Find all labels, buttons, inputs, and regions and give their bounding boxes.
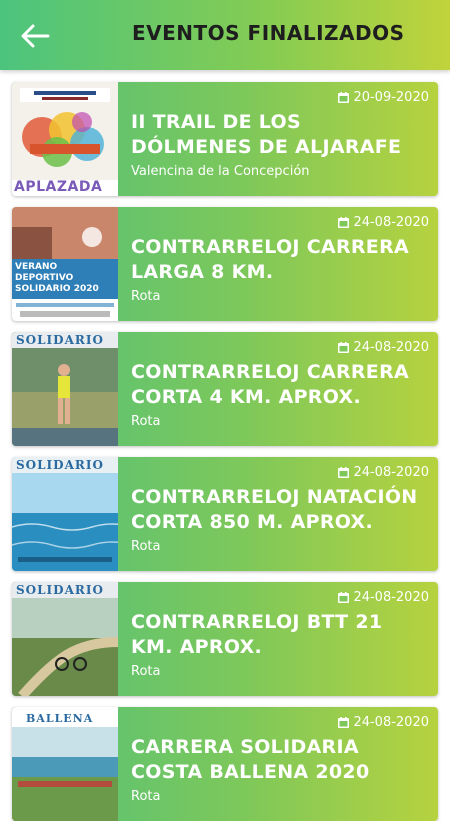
event-card[interactable]: SOLIDARIO 24-08-2020 CONTRARRELOJ NATACI…: [12, 457, 438, 571]
app-bar: EVENTOS FINALIZADOS: [0, 0, 450, 70]
event-card[interactable]: APLAZADA 20-09-2020 II TRAIL DE LOS DÓLM…: [12, 82, 438, 196]
event-date: 24-08-2020: [338, 715, 429, 730]
event-poster: VERANO DEPORTIVO SOLIDARIO 2020: [12, 207, 118, 321]
event-card[interactable]: SOLIDARIO 24-08-2020 CONTRARRELOJ CARRER…: [12, 332, 438, 446]
poster-caption: VERANO DEPORTIVO SOLIDARIO 2020: [15, 262, 99, 294]
event-title: CONTRARRELOJ NATACIÓN CORTA 850 M. APROX…: [131, 486, 418, 533]
event-location: Rota: [131, 664, 161, 679]
event-location: Rota: [131, 789, 161, 804]
event-date-text: 24-08-2020: [353, 465, 429, 480]
event-date-text: 24-08-2020: [353, 590, 429, 605]
arrow-left-icon[interactable]: [18, 19, 52, 53]
event-date-text: 24-08-2020: [353, 715, 429, 730]
event-poster: SOLIDARIO: [12, 332, 118, 446]
event-poster: SOLIDARIO: [12, 457, 118, 571]
event-title: CONTRARRELOJ CARRERA LARGA 8 KM.: [131, 236, 410, 283]
poster-caption: SOLIDARIO: [16, 583, 104, 597]
event-location: Rota: [131, 414, 161, 429]
calendar-icon: [338, 217, 350, 228]
calendar-icon: [338, 92, 350, 103]
poster-caption: SOLIDARIO: [16, 458, 104, 472]
calendar-icon: [338, 342, 350, 353]
calendar-icon: [338, 592, 350, 603]
poster-caption: BALLENA: [26, 712, 94, 725]
calendar-icon: [338, 467, 350, 478]
event-title: II TRAIL DE LOS DÓLMENES DE ALJARAFE: [131, 111, 402, 158]
event-location: Rota: [131, 539, 161, 554]
event-title: CONTRARRELOJ CARRERA CORTA 4 KM. APROX.: [131, 361, 410, 408]
event-location: Valencina de la Concepción: [131, 164, 310, 179]
event-poster: APLAZADA: [12, 82, 118, 196]
event-date: 20-09-2020: [338, 90, 429, 105]
event-date: 24-08-2020: [338, 465, 429, 480]
page-title: EVENTOS FINALIZADOS: [132, 21, 405, 45]
event-date: 24-08-2020: [338, 590, 429, 605]
event-date-text: 20-09-2020: [353, 90, 429, 105]
poster-caption: SOLIDARIO: [16, 333, 104, 347]
event-title: CONTRARRELOJ BTT 21 KM. APROX.: [131, 611, 383, 658]
event-title: CARRERA SOLIDARIA COSTA BALLENA 2020: [131, 736, 370, 783]
event-poster: SOLIDARIO: [12, 582, 118, 696]
calendar-icon: [338, 717, 350, 728]
event-card[interactable]: BALLENA 24-08-2020 CARRERA SOLIDARIA COS…: [12, 707, 438, 821]
event-card[interactable]: VERANO DEPORTIVO SOLIDARIO 2020 24-08-20…: [12, 207, 438, 321]
event-card[interactable]: SOLIDARIO 24-08-2020 CONTRARRELOJ BTT 21…: [12, 582, 438, 696]
poster-caption: APLAZADA: [14, 179, 103, 195]
event-poster: BALLENA: [12, 707, 118, 821]
event-location: Rota: [131, 289, 161, 304]
event-date-text: 24-08-2020: [353, 215, 429, 230]
event-date-text: 24-08-2020: [353, 340, 429, 355]
event-date: 24-08-2020: [338, 215, 429, 230]
event-date: 24-08-2020: [338, 340, 429, 355]
